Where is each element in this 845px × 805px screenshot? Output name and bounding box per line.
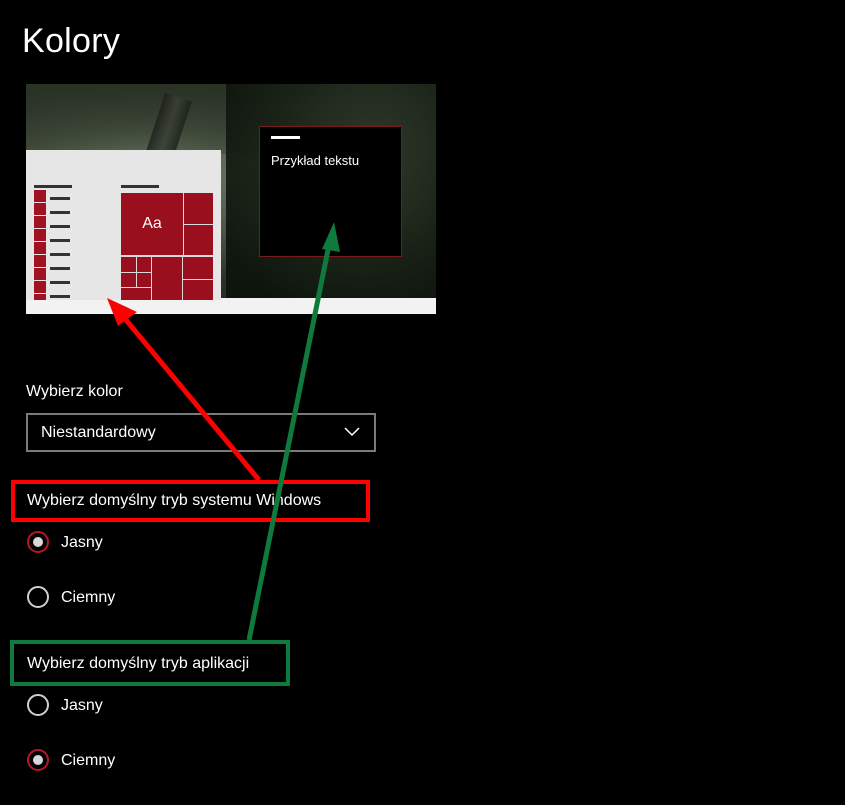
app-mode-light-label[interactable]: Jasny [61, 697, 103, 715]
tile-sample-text: Aa [142, 215, 162, 232]
green-highlight-box [10, 640, 290, 686]
start-menu-accent-column [34, 190, 46, 300]
sample-text: Przykład tekstu [271, 153, 360, 168]
red-highlight-box [11, 480, 370, 522]
windows-mode-dark-radio[interactable] [27, 586, 49, 608]
color-select-label: Wybierz kolor [26, 383, 123, 400]
red-arrow-line [119, 312, 261, 482]
start-tiles: Aa [121, 193, 213, 300]
start-menu-line [121, 185, 159, 188]
window-title-bar [271, 136, 300, 139]
preview-taskbar [26, 298, 436, 314]
start-menu-line [50, 197, 70, 200]
app-mode-dark-radio[interactable] [27, 749, 49, 771]
start-menu-line [50, 281, 70, 284]
app-mode-light-radio[interactable] [27, 694, 49, 716]
theme-preview: Aa Przykład tekstu [26, 84, 436, 314]
color-dropdown[interactable]: Niestandardowy [26, 413, 376, 452]
color-dropdown-value: Niestandardowy [41, 424, 156, 441]
start-menu-preview: Aa [26, 150, 221, 300]
chevron-down-icon [344, 427, 360, 437]
windows-mode-dark-label[interactable]: Ciemny [61, 589, 115, 607]
start-menu-line [50, 267, 70, 270]
app-mode-dark-label[interactable]: Ciemny [61, 752, 115, 770]
sample-app-window: Przykład tekstu [259, 126, 402, 257]
start-menu-line [50, 211, 70, 214]
start-menu-line [50, 225, 70, 228]
windows-mode-light-label[interactable]: Jasny [61, 534, 103, 552]
start-menu-line [50, 239, 70, 242]
start-menu-line [34, 185, 72, 188]
windows-mode-light-radio[interactable] [27, 531, 49, 553]
page-title: Kolory [22, 22, 121, 60]
start-menu-line [50, 295, 70, 298]
start-menu-line [50, 253, 70, 256]
